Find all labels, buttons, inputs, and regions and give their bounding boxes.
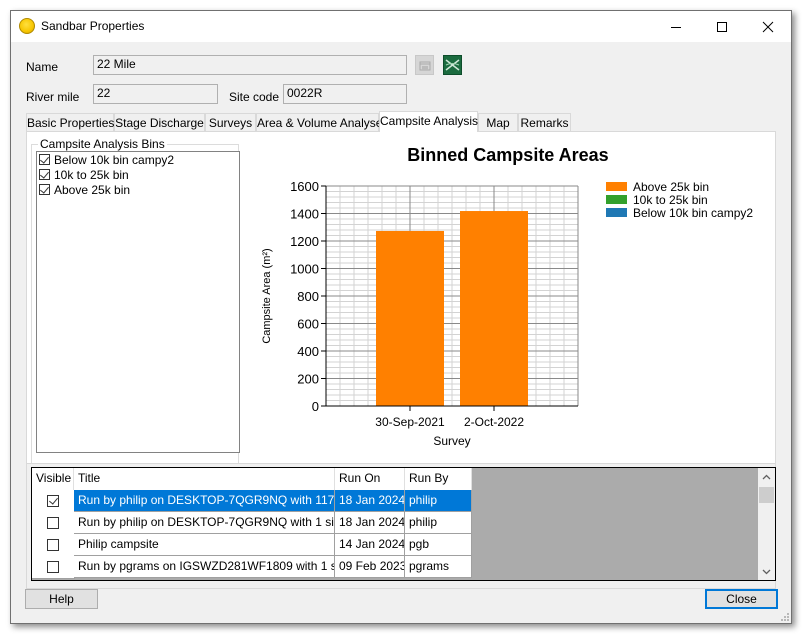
chevron-up-icon bbox=[762, 474, 771, 479]
site-code-label: Site code bbox=[229, 90, 280, 104]
tab-area-volume-analyses[interactable]: Area & Volume Analyses bbox=[256, 113, 388, 131]
y-tick-label: 0 bbox=[312, 399, 319, 414]
scroll-thumb[interactable] bbox=[759, 487, 774, 503]
tab-stage-discharge[interactable]: Stage Discharge bbox=[114, 113, 205, 131]
tab-remarks[interactable]: Remarks bbox=[518, 113, 571, 131]
close-button[interactable]: Close bbox=[705, 589, 778, 609]
chart-title: Binned Campsite Areas bbox=[407, 145, 608, 165]
help-button[interactable]: Help bbox=[25, 589, 98, 609]
visible-checkbox[interactable] bbox=[47, 517, 59, 529]
row-run-by-cell[interactable]: philip bbox=[405, 512, 472, 534]
legend-swatch bbox=[606, 182, 627, 191]
window-title: Sandbar Properties bbox=[41, 19, 145, 33]
row-run-by-cell[interactable]: pgrams bbox=[405, 556, 472, 578]
y-tick-label: 1000 bbox=[290, 262, 319, 277]
tab-campsite-analysis[interactable]: Campsite Analysis bbox=[379, 111, 478, 132]
row-run-on-cell[interactable]: 09 Feb 2023 bbox=[335, 556, 405, 578]
minimize-icon bbox=[671, 26, 681, 28]
binned-campsite-chart: 0 200 400 600 800 1000 1200 1400 1600 30-Sep-2021… bbox=[261, 145, 753, 448]
row-visible-cell[interactable] bbox=[32, 534, 75, 557]
visible-checkbox[interactable] bbox=[47, 539, 59, 551]
name-label: Name bbox=[26, 60, 59, 74]
sandbar-properties-window: Sandbar Properties Name 22 Mile River mi… bbox=[10, 10, 792, 624]
river-mile-field[interactable]: 22 bbox=[93, 84, 218, 104]
scroll-up-button[interactable] bbox=[758, 468, 775, 485]
bar bbox=[460, 211, 528, 406]
row-title-cell[interactable]: Run by philip on DESKTOP-7QGR9NQ with 11… bbox=[74, 490, 335, 512]
legend-label: Above 25k bin bbox=[633, 180, 709, 194]
y-tick-label: 400 bbox=[297, 344, 319, 359]
legend-swatch bbox=[606, 208, 627, 217]
river-mile-label: River mile bbox=[26, 90, 80, 104]
row-visible-cell[interactable] bbox=[32, 556, 75, 579]
row-visible-cell[interactable] bbox=[32, 512, 75, 535]
legend-label: 10k to 25k bin bbox=[633, 193, 708, 207]
y-tick-label: 1400 bbox=[290, 207, 319, 222]
col-header-visible[interactable]: Visible bbox=[32, 468, 74, 490]
row-run-on-cell[interactable]: 18 Jan 2024 bbox=[335, 490, 405, 512]
open-folder-button[interactable] bbox=[415, 55, 434, 75]
close-window-button[interactable] bbox=[745, 11, 791, 42]
col-header-run-by[interactable]: Run By bbox=[405, 468, 472, 490]
runs-panel: Visible Title Run On Run By Run by phili… bbox=[26, 463, 776, 589]
y-tick-label: 600 bbox=[297, 317, 319, 332]
folder-icon bbox=[419, 61, 431, 71]
runs-table: Visible Title Run On Run By Run by phili… bbox=[31, 467, 776, 581]
row-visible-cell[interactable] bbox=[32, 490, 75, 513]
row-title-cell[interactable]: Philip campsite bbox=[74, 534, 335, 556]
x-tick-label: 30-Sep-2021 bbox=[375, 415, 445, 429]
y-axis-title: Campsite Area (m²) bbox=[261, 248, 273, 343]
tab-surveys[interactable]: Surveys bbox=[205, 113, 256, 131]
row-title-cell[interactable]: Run by pgrams on IGSWZD281WF1809 with 1 … bbox=[74, 556, 335, 578]
vertical-scrollbar[interactable] bbox=[758, 468, 775, 580]
y-tick-label: 200 bbox=[297, 372, 319, 387]
legend-label: Below 10k bin campy2 bbox=[633, 206, 753, 220]
y-tick-label: 800 bbox=[297, 289, 319, 304]
app-icon bbox=[19, 18, 35, 34]
x-tick-label: 2-Oct-2022 bbox=[464, 415, 524, 429]
col-header-run-on[interactable]: Run On bbox=[335, 468, 405, 490]
y-tick-label: 1200 bbox=[290, 234, 319, 249]
tab-basic-properties[interactable]: Basic Properties bbox=[26, 113, 114, 131]
y-tick-label: 1600 bbox=[290, 179, 319, 194]
row-run-by-cell[interactable]: philip bbox=[405, 490, 472, 512]
visible-checkbox[interactable] bbox=[47, 561, 59, 573]
row-title-cell[interactable]: Run by philip on DESKTOP-7QGR9NQ with 1 … bbox=[74, 512, 335, 534]
row-run-by-cell[interactable]: pgb bbox=[405, 534, 472, 556]
river-map-icon bbox=[445, 59, 460, 71]
visible-checkbox[interactable] bbox=[47, 495, 59, 507]
campsite-analysis-panel: Campsite Analysis Bins Below 10k bin cam… bbox=[26, 131, 776, 469]
minimize-button[interactable] bbox=[653, 11, 699, 42]
chevron-down-icon bbox=[762, 569, 771, 574]
resize-grip-icon[interactable] bbox=[781, 613, 789, 621]
scroll-down-button[interactable] bbox=[758, 563, 775, 580]
maximize-icon bbox=[717, 21, 727, 32]
x-axis-title: Survey bbox=[433, 434, 470, 448]
bar bbox=[376, 230, 444, 406]
tab-map[interactable]: Map bbox=[478, 113, 518, 131]
site-code-field[interactable]: 0022R bbox=[283, 84, 407, 104]
col-header-title[interactable]: Title bbox=[74, 468, 335, 490]
close-icon bbox=[762, 21, 774, 32]
title-bar: Sandbar Properties bbox=[11, 11, 791, 42]
map-layer-button[interactable] bbox=[443, 55, 462, 75]
name-field[interactable]: 22 Mile bbox=[93, 55, 407, 75]
row-run-on-cell[interactable]: 18 Jan 2024 bbox=[335, 512, 405, 534]
maximize-button[interactable] bbox=[699, 11, 745, 42]
legend-swatch bbox=[606, 195, 627, 204]
row-run-on-cell[interactable]: 14 Jan 2024 bbox=[335, 534, 405, 556]
